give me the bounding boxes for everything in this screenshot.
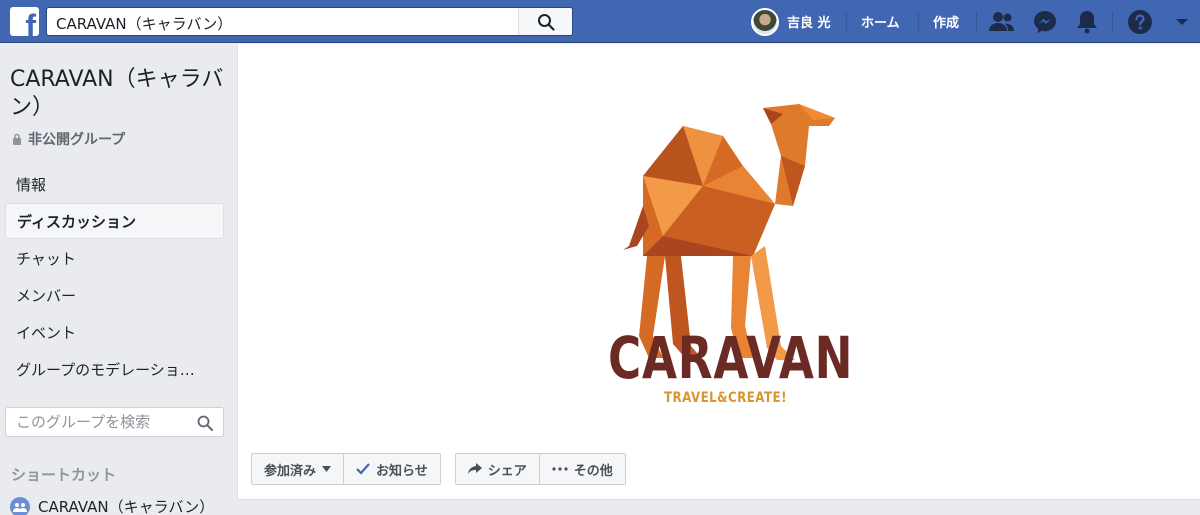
sidebar-item-events[interactable]: イベント <box>5 314 224 350</box>
cover-brand-name: CARAVAN <box>608 324 854 392</box>
avatar <box>751 7 779 36</box>
lock-icon <box>13 133 21 145</box>
sidebar-item-about[interactable]: 情報 <box>5 166 224 202</box>
search-icon[interactable] <box>197 415 213 431</box>
group-privacy-label: 非公開グループ <box>12 129 125 149</box>
friend-requests-icon[interactable] <box>988 8 1016 36</box>
search-input[interactable]: CARAVAN（キャラバン） <box>56 13 232 34</box>
user-name: 吉良 光 <box>787 16 831 31</box>
group-icon <box>10 496 30 515</box>
home-link[interactable]: ホーム <box>861 0 900 43</box>
joined-button[interactable]: 参加済み <box>251 453 345 485</box>
caret-down-icon <box>322 466 332 472</box>
group-sidebar: CARAVAN（キャラバン） 非公開グループ 情報 ディスカッション チャット … <box>0 44 236 515</box>
share-arrow-icon <box>467 463 482 474</box>
global-search-box[interactable]: CARAVAN（キャラバン） <box>46 7 573 36</box>
notifications-bell-icon[interactable] <box>1073 8 1101 36</box>
facebook-logo-icon[interactable]: f <box>10 7 39 36</box>
shortcut-item[interactable]: CARAVAN（キャラバン） <box>10 496 214 515</box>
sidebar-item-moderation[interactable]: グループのモデレーショ… <box>5 351 224 387</box>
nav-divider <box>846 12 847 32</box>
nav-divider <box>918 12 919 32</box>
profile-link[interactable]: 吉良 光 <box>751 0 831 43</box>
account-menu-chevron-down-icon[interactable] <box>1168 8 1196 36</box>
cover-tagline: TRAVEL&CREATE! <box>664 390 787 406</box>
help-icon[interactable] <box>1126 8 1154 36</box>
checkmark-icon <box>356 463 370 475</box>
more-button[interactable]: その他 <box>539 453 626 485</box>
group-menu: 情報 ディスカッション チャット メンバー イベント グループのモデレーショ… <box>5 166 224 388</box>
messenger-icon[interactable] <box>1031 8 1059 36</box>
group-cover: CARAVAN TRAVEL&CREATE! 参加済み お知らせ シェア その他 <box>237 44 1200 500</box>
ellipsis-icon <box>552 467 568 471</box>
group-action-bar: 参加済み お知らせ シェア その他 <box>251 453 626 485</box>
group-title[interactable]: CARAVAN（キャラバン） <box>10 66 230 122</box>
notifications-button[interactable]: お知らせ <box>344 453 441 485</box>
sidebar-item-members[interactable]: メンバー <box>5 277 224 313</box>
group-search-box <box>5 407 224 437</box>
search-icon <box>538 14 555 31</box>
sidebar-item-discussion[interactable]: ディスカッション <box>5 203 224 239</box>
nav-divider <box>1112 12 1113 32</box>
shortcuts-heading: ショートカット <box>11 466 117 484</box>
share-button[interactable]: シェア <box>454 453 540 485</box>
nav-divider <box>976 12 977 32</box>
group-search-input[interactable] <box>16 413 186 431</box>
sidebar-item-chat[interactable]: チャット <box>5 240 224 276</box>
create-link[interactable]: 作成 <box>933 0 959 43</box>
top-navigation-bar: f CARAVAN（キャラバン） 吉良 光 ホーム 作成 <box>0 0 1200 43</box>
search-button[interactable] <box>518 8 572 35</box>
